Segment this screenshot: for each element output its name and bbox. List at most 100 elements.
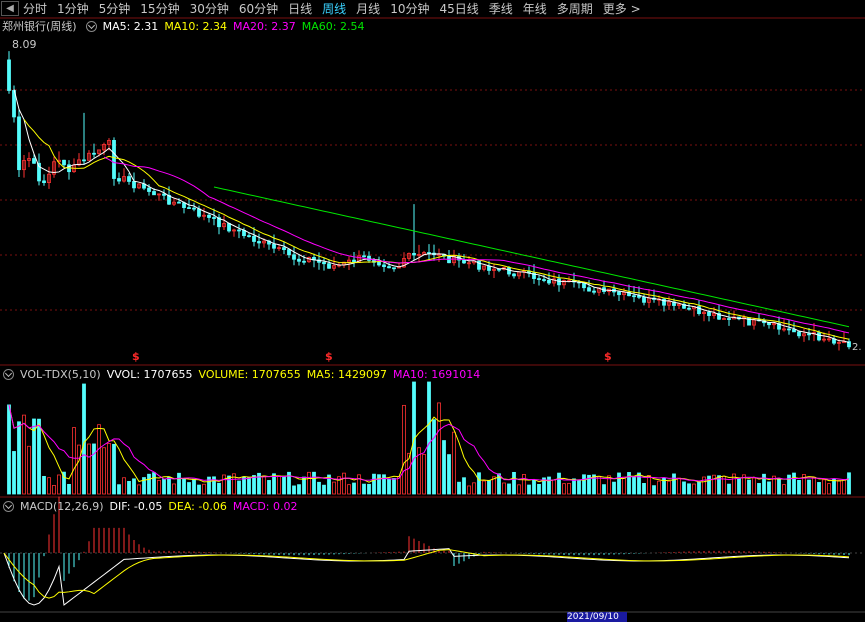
- ma10-label: MA10: 2.34: [164, 19, 228, 33]
- volume-bar: [487, 479, 491, 495]
- candle-body: [382, 264, 386, 268]
- volume-bar: [427, 381, 431, 495]
- candle-body: [322, 261, 326, 265]
- candle-body: [247, 235, 251, 238]
- candle-body: [362, 255, 366, 258]
- volume-bar: [432, 419, 436, 495]
- candle-body: [537, 278, 541, 280]
- volume-bar: [387, 479, 391, 495]
- volume-bar: [342, 472, 346, 495]
- volume-bar: [372, 473, 376, 495]
- ma20-label: MA20: 2.37: [233, 19, 296, 33]
- volume-bar: [647, 475, 651, 495]
- volume-bar: [92, 443, 96, 495]
- vol-ma10-label: MA10: 1691014: [393, 367, 481, 381]
- volume-bar: [817, 482, 821, 495]
- volume-bar: [17, 421, 21, 495]
- volume-bar: [747, 479, 751, 495]
- volume-bar: [672, 473, 676, 495]
- volume-bar: [137, 484, 141, 495]
- candle-body: [212, 217, 216, 219]
- volume-bar: [437, 402, 441, 495]
- volume-legend: VOL-TDX(5,10) VVOL: 1707655 VOLUME: 1707…: [0, 366, 486, 382]
- volume-bar: [737, 478, 741, 495]
- volume-bar: [217, 482, 221, 495]
- price-legend: 郑州银行(周线) MA5: 2.31 MA10: 2.34 MA20: 2.37…: [0, 18, 370, 34]
- volume-bar: [147, 473, 151, 495]
- volume-bar: [312, 471, 316, 495]
- candle-body: [797, 331, 801, 337]
- candle-body: [392, 267, 396, 270]
- stock-chart[interactable]: [0, 0, 865, 622]
- volume-bar: [807, 479, 811, 495]
- candle-body: [547, 279, 551, 284]
- volume-bar: [837, 479, 841, 495]
- candle-body: [132, 181, 136, 189]
- volume-bar: [767, 481, 771, 495]
- volume-bar: [347, 484, 351, 495]
- candle-body: [792, 329, 796, 333]
- volume-bar: [612, 481, 616, 495]
- volume-bar: [97, 424, 101, 495]
- vol-ma5-label: MA5: 1429097: [306, 367, 388, 381]
- macd-value-label: MACD: 0.02: [232, 499, 298, 513]
- volume-bar: [582, 474, 586, 495]
- volume-bar: [597, 475, 601, 495]
- candle-body: [147, 187, 151, 192]
- volume-bar: [357, 474, 361, 495]
- expand-icon[interactable]: [3, 368, 14, 380]
- volume-bar: [562, 483, 566, 495]
- candle-body: [127, 176, 131, 182]
- volume-bar: [547, 476, 551, 495]
- volume-bar: [57, 474, 61, 495]
- candle-body: [617, 291, 621, 296]
- volume-bar: [452, 431, 456, 495]
- candle-body: [542, 279, 546, 281]
- candle-body: [787, 328, 791, 331]
- volume-bar: [397, 476, 401, 495]
- volume-bar: [157, 479, 161, 495]
- volume-bar: [322, 484, 326, 495]
- volume-bar: [297, 484, 301, 495]
- candle-body: [327, 263, 331, 269]
- volume-bar: [162, 478, 166, 495]
- volume-bar: [132, 478, 136, 495]
- volume-bar: [87, 443, 91, 495]
- volume-bar: [657, 480, 661, 495]
- volume-bar: [187, 482, 191, 495]
- volume-bar: [67, 483, 71, 495]
- candle-body: [82, 159, 86, 162]
- vvol-label: VVOL: 1707655: [106, 367, 193, 381]
- volume-bar: [517, 484, 521, 495]
- candle-body: [807, 333, 811, 336]
- candle-body: [62, 159, 66, 166]
- volume-bar: [777, 478, 781, 495]
- volume-bar: [52, 484, 56, 495]
- volume-bar: [682, 481, 686, 495]
- volume-bar: [502, 482, 506, 495]
- signal-marker[interactable]: $: [604, 350, 612, 363]
- volume-bar: [237, 480, 241, 495]
- volume-bar: [12, 451, 16, 495]
- volume-bar: [507, 483, 511, 495]
- volume-bar: [167, 476, 171, 495]
- volume-bar: [77, 444, 81, 495]
- volume-bar: [822, 479, 826, 495]
- signal-marker[interactable]: $: [325, 350, 333, 363]
- signal-marker[interactable]: $: [132, 350, 140, 363]
- candle-body: [462, 259, 466, 264]
- volume-bar: [602, 484, 606, 495]
- volume-bar: [107, 442, 111, 495]
- volume-bar: [152, 472, 156, 495]
- volume-bar: [282, 475, 286, 495]
- expand-icon[interactable]: [85, 20, 97, 32]
- volume-bar: [72, 427, 76, 495]
- volume-bar: [577, 479, 581, 495]
- expand-icon[interactable]: [3, 500, 14, 512]
- price-title: 郑州银行(周线): [2, 20, 77, 33]
- candle-body: [42, 180, 46, 183]
- volume-bar: [27, 445, 31, 495]
- candle-body: [412, 252, 416, 256]
- candle-body: [387, 266, 391, 269]
- volume-bar: [37, 418, 41, 495]
